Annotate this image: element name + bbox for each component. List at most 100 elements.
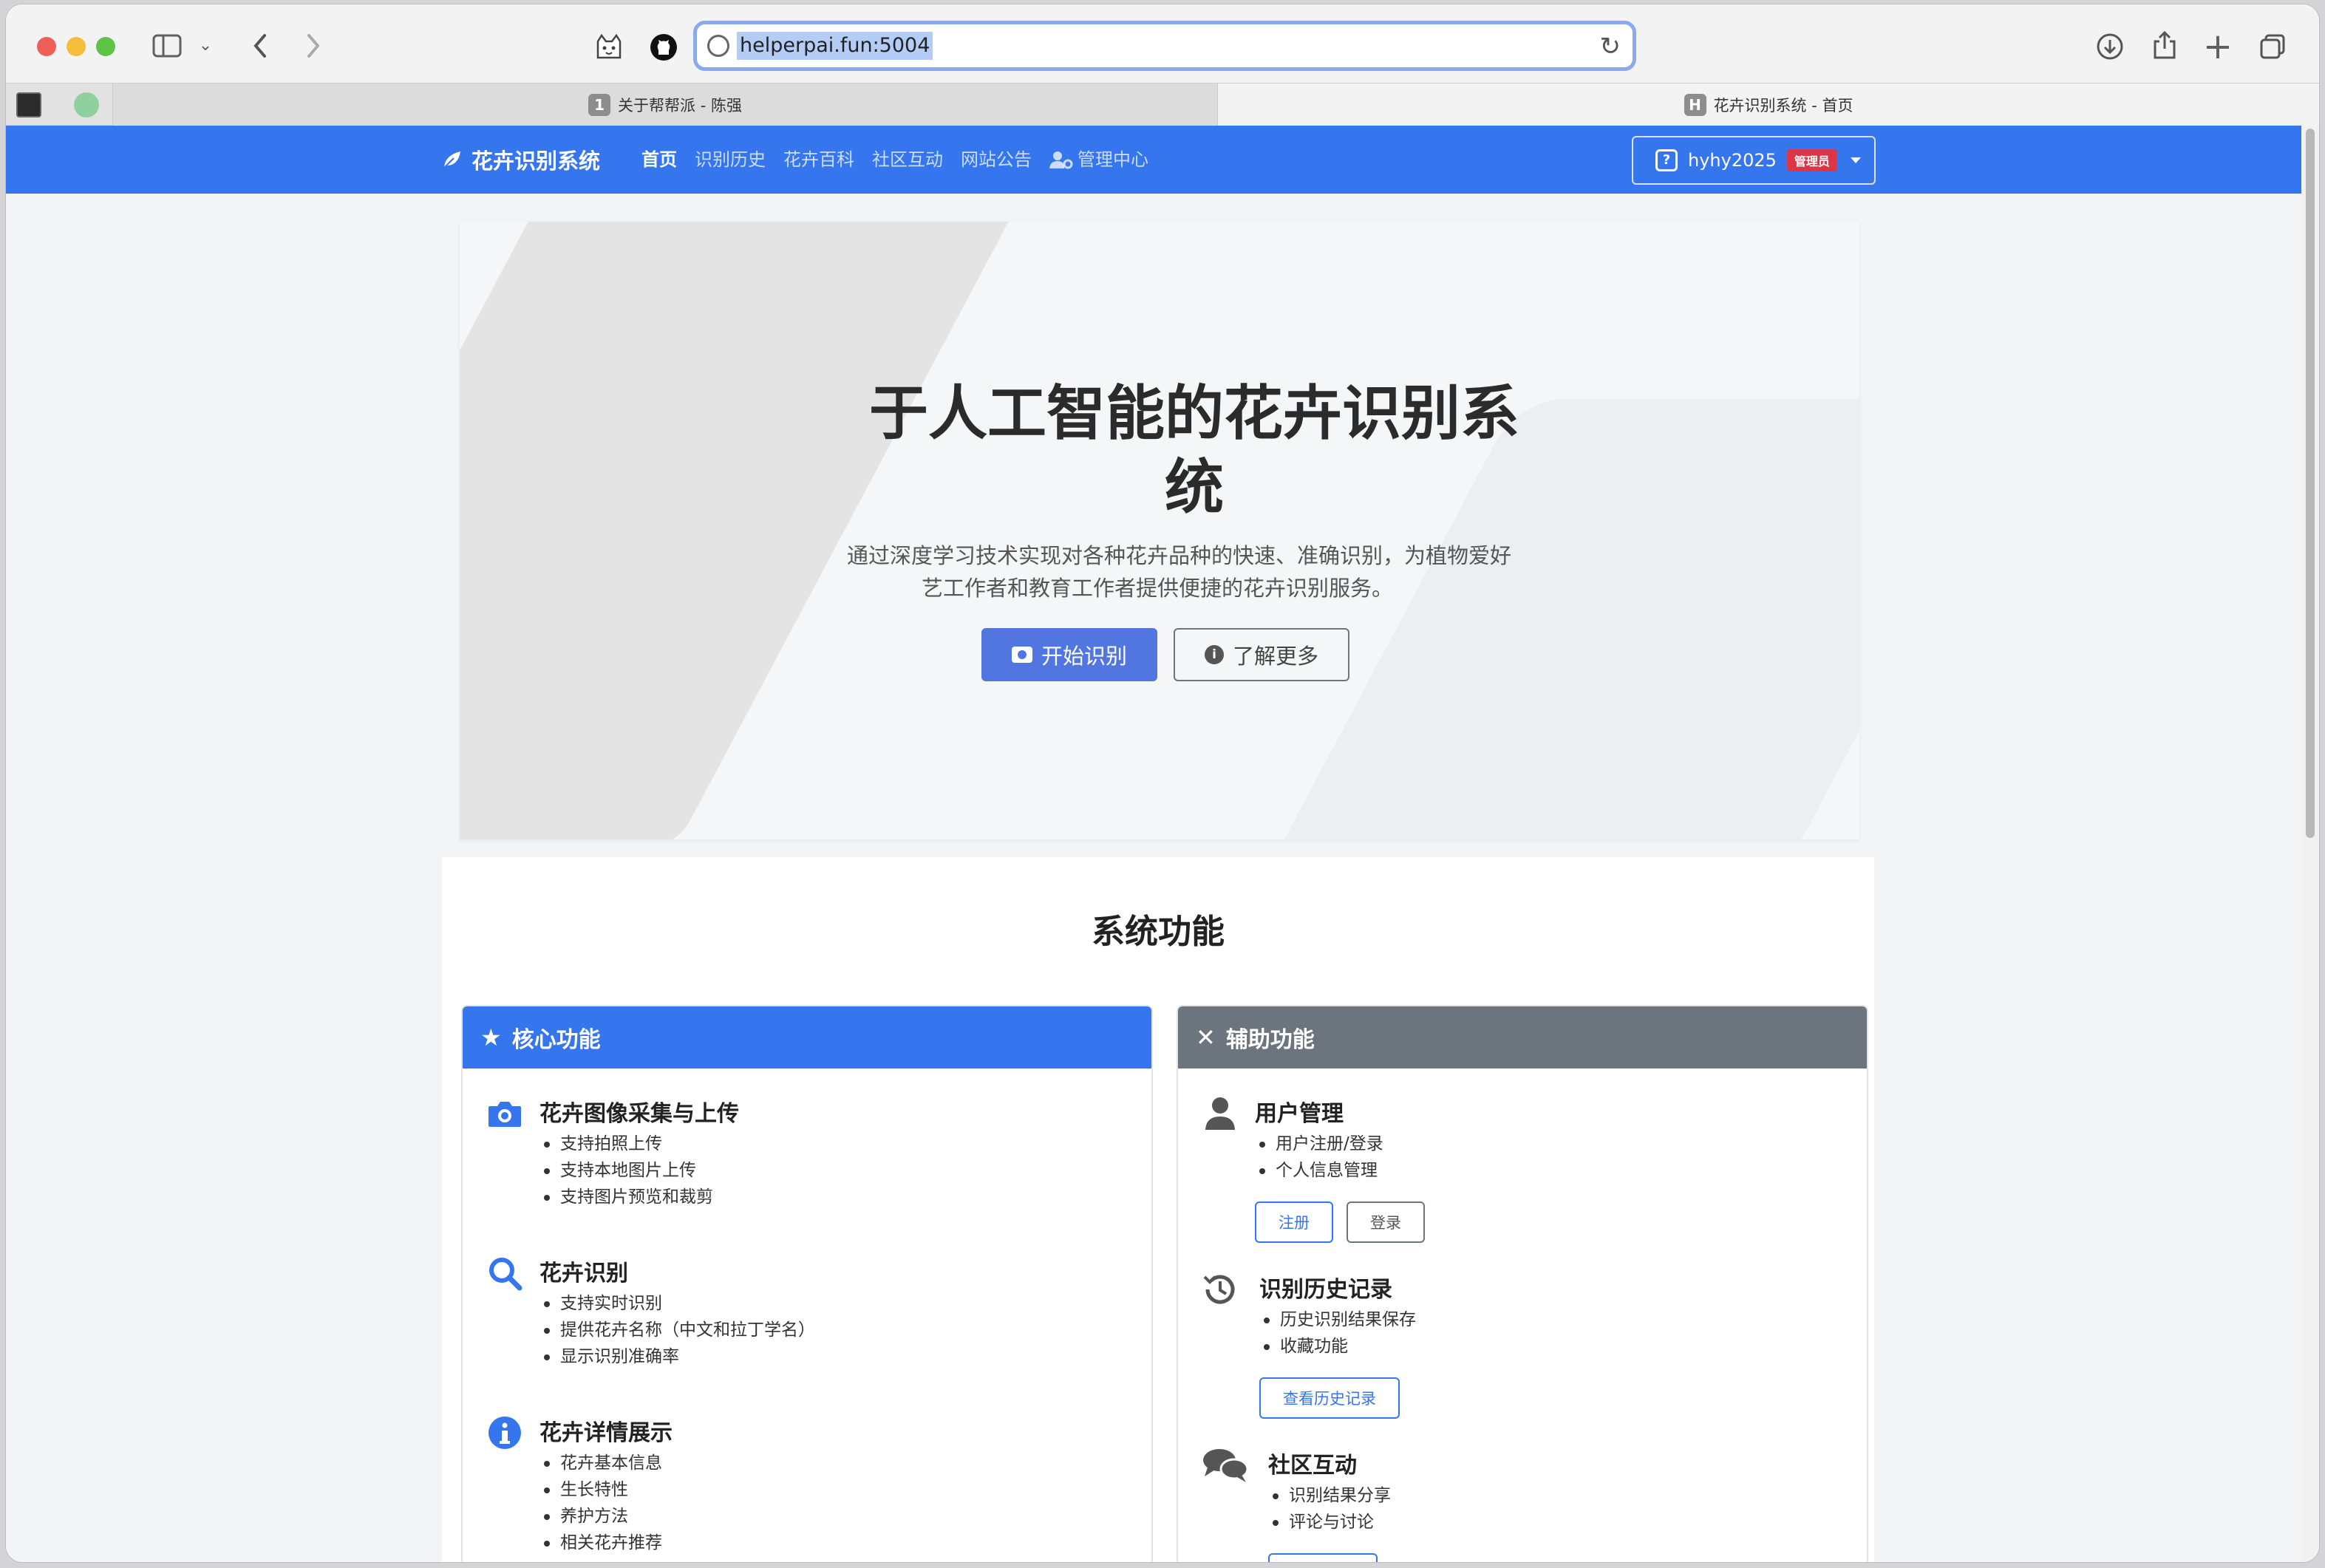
feature-point: 花卉基本信息	[539, 1450, 662, 1476]
tab-strip: 1 关于帮帮派 - 陈强 H 花卉识别系统 - 首页	[6, 83, 2319, 126]
nav-admin[interactable]: 管理中心	[1049, 126, 1148, 194]
community-button[interactable]	[1268, 1553, 1378, 1562]
terminal-pinned-tab[interactable]	[16, 92, 41, 117]
camera-icon	[486, 1095, 523, 1132]
feature-points: 支持实时识别 提供花卉名称（中文和拉丁学名） 显示识别准确率	[539, 1290, 815, 1370]
feature-point: 用户注册/登录	[1255, 1131, 1383, 1157]
core-features-card: ★ 核心功能 花卉图像采集与上传 支持拍照上传 支持本地图片上传 支持图片预览和…	[461, 1005, 1153, 1562]
login-button[interactable]: 登录	[1347, 1201, 1425, 1243]
caret-down-icon	[1850, 157, 1861, 163]
brand-link[interactable]: 花卉识别系统	[442, 126, 600, 194]
user-dropdown-button[interactable]: ? hyhy2025 管理员	[1632, 136, 1876, 185]
sidebar-toggle-icon[interactable]	[151, 31, 183, 61]
info-icon	[486, 1414, 523, 1451]
nav-admin-label: 管理中心	[1078, 149, 1148, 170]
history-icon	[1202, 1271, 1239, 1308]
role-badge: 管理员	[1786, 149, 1837, 171]
feature-point: 评论与讨论	[1268, 1509, 1391, 1535]
hero-title: 于人工智能的花卉识别系 统	[840, 377, 1549, 525]
feature-point: 收藏功能	[1259, 1333, 1416, 1360]
feature-points: 识别结果分享 评论与讨论	[1268, 1482, 1391, 1535]
feature-point: 历史识别结果保存	[1259, 1306, 1416, 1333]
tab-favicon: H	[1684, 94, 1706, 116]
feature-title: 社区互动	[1268, 1453, 1357, 1479]
features-section: 系统功能 ★ 核心功能 花卉图像采集与上传 支持拍照上传 支持本地图片上传 支持…	[442, 857, 1874, 1562]
nav-community[interactable]: 社区互动	[872, 126, 943, 194]
feature-point: 提供花卉名称（中文和拉丁学名）	[539, 1317, 815, 1343]
zoom-window-button[interactable]	[96, 37, 115, 56]
minimize-window-button[interactable]	[67, 37, 86, 56]
info-icon: i	[1204, 645, 1224, 664]
star-icon: ★	[480, 1023, 502, 1051]
web-page: 花卉识别系统 首页 识别历史 花卉百科 社区互动 网站公告 管理中心 ? hyh…	[6, 126, 2319, 1562]
hero-decoration	[460, 222, 1029, 839]
feature-points: 支持拍照上传 支持本地图片上传 支持图片预览和裁剪	[539, 1131, 713, 1210]
learn-more-label: 了解更多	[1232, 644, 1318, 669]
hero-title-line: 统	[1165, 453, 1224, 522]
feature-points: 用户注册/登录 个人信息管理	[1255, 1131, 1383, 1184]
hero-section: 于人工智能的花卉识别系 统 通过深度学习技术实现对各种花卉品种的快速、准确识别，…	[460, 222, 1859, 839]
feature-point: 支持图片预览和裁剪	[539, 1184, 713, 1210]
feature-point: 支持实时识别	[539, 1290, 815, 1317]
share-icon[interactable]	[2149, 28, 2180, 62]
start-recognition-label: 开始识别	[1041, 644, 1127, 669]
nav-encyclopedia[interactable]: 花卉百科	[783, 126, 854, 194]
navbar: 花卉识别系统 首页 识别历史 花卉百科 社区互动 网站公告 管理中心 ? hyh…	[6, 126, 2301, 194]
search-icon	[486, 1255, 523, 1292]
learn-more-button[interactable]: i 了解更多	[1174, 628, 1349, 681]
feature-point: 生长特性	[539, 1476, 662, 1503]
page-scrollbar[interactable]	[2301, 126, 2319, 1562]
tab-title: 关于帮帮派 - 陈强	[618, 97, 742, 115]
close-window-button[interactable]	[37, 37, 56, 56]
aux-features-title: 辅助功能	[1225, 1027, 1315, 1053]
tools-icon: ✕	[1196, 1023, 1216, 1051]
nav-history[interactable]: 识别历史	[695, 126, 766, 194]
cat-extension-icon[interactable]	[593, 31, 625, 64]
tab-about[interactable]: 1 关于帮帮派 - 陈强	[112, 83, 1218, 126]
hero-description: 通过深度学习技术实现对各种花卉品种的快速、准确识别，为植物爱好 艺工作者和教育工…	[766, 539, 1549, 604]
feature-title: 花卉详情展示	[539, 1420, 673, 1446]
scrollbar-thumb[interactable]	[2306, 129, 2315, 838]
view-history-button[interactable]: 查看历史记录	[1259, 1377, 1400, 1419]
reload-icon[interactable]: ↻	[1600, 32, 1621, 61]
question-icon: ?	[1655, 149, 1678, 171]
username: hyhy2025	[1688, 150, 1777, 171]
user-icon	[1202, 1095, 1239, 1132]
browser-toolbar: ⌄ helperpai.fun:5004 ↻ +	[6, 4, 2319, 83]
nav-announcements[interactable]: 网站公告	[961, 126, 1032, 194]
hero-title-line: 于人工智能的花卉识别系	[869, 379, 1519, 448]
github-icon[interactable]	[647, 31, 680, 64]
feature-title: 用户管理	[1255, 1101, 1344, 1127]
feature-point: 养护方法	[539, 1503, 662, 1530]
register-button[interactable]: 注册	[1255, 1201, 1333, 1243]
globe-icon	[707, 35, 729, 57]
feature-points: 花卉基本信息 生长特性 养护方法 相关花卉推荐	[539, 1450, 662, 1556]
tab-title: 花卉识别系统 - 首页	[1713, 97, 1853, 115]
feature-point: 支持拍照上传	[539, 1131, 713, 1157]
feature-title: 花卉图像采集与上传	[539, 1101, 739, 1127]
pinned-tab-icon[interactable]	[74, 92, 99, 117]
new-tab-icon[interactable]: +	[2202, 29, 2233, 64]
features-title: 系统功能	[1091, 912, 1225, 951]
aux-features-card: ✕ 辅助功能 用户管理 用户注册/登录 个人信息管理 注册 登录 识别历史记录 …	[1177, 1005, 1868, 1562]
core-features-title: 核心功能	[511, 1027, 601, 1053]
download-icon[interactable]	[2094, 31, 2125, 62]
feature-title: 花卉识别	[539, 1261, 628, 1286]
feature-point: 显示识别准确率	[539, 1343, 815, 1370]
hero-desc-line: 艺工作者和教育工作者提供便捷的花卉识别服务。	[921, 576, 1393, 601]
back-icon[interactable]	[245, 31, 275, 61]
nav-home[interactable]: 首页	[641, 126, 677, 194]
hero-desc-line: 通过深度学习技术实现对各种花卉品种的快速、准确识别，为植物爱好	[847, 543, 1512, 568]
url-text[interactable]: helperpai.fun:5004	[737, 32, 933, 60]
forward-icon[interactable]	[299, 31, 328, 61]
feature-point: 识别结果分享	[1268, 1482, 1391, 1509]
feature-point: 个人信息管理	[1255, 1157, 1383, 1184]
chevron-down-icon[interactable]: ⌄	[197, 34, 214, 58]
start-recognition-button[interactable]: 开始识别	[981, 628, 1157, 681]
address-bar[interactable]: helperpai.fun:5004 ↻	[693, 21, 1636, 71]
comments-icon	[1202, 1447, 1249, 1484]
tab-overview-icon[interactable]	[2257, 31, 2288, 62]
brand-text: 花卉识别系统	[472, 149, 601, 174]
tab-favicon: 1	[588, 94, 611, 116]
tab-flower-home[interactable]: H 花卉识别系统 - 首页	[1218, 83, 2319, 126]
